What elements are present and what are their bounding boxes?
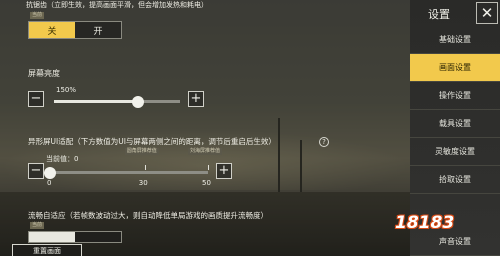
sidebar-item-basic[interactable]: 基础设置 (410, 26, 500, 54)
close-icon[interactable]: ✕ (476, 2, 498, 24)
notch-slider-track[interactable] (50, 171, 208, 174)
brightness-slider-knob[interactable] (132, 96, 144, 108)
antialias-title: 抗锯齿（立即生效，提高画面平滑，但会增加发热和耗电） (26, 1, 208, 9)
notch-current-value: 当前值：0 (46, 155, 79, 163)
antialias-on-option[interactable]: 开 (75, 22, 121, 38)
rounded-screen-marker (144, 165, 146, 170)
smooth-adaptive-title: 流畅自适应（若帧数波动过大，则自动降低单局游戏的画质提升流畅度） (28, 211, 268, 220)
help-icon[interactable]: ? (319, 137, 329, 147)
notch-title: 异形屏UI适配（下方数值为UI与屏幕两侧之间的距离，调节后重启后生效） (28, 137, 276, 146)
smooth-on-option[interactable] (75, 232, 121, 242)
notch-tick-label: 0 (47, 179, 52, 187)
smooth-current-tag: 当前 (30, 222, 45, 229)
sidebar-item-graphics[interactable]: 画面设置 (410, 54, 500, 82)
reset-graphics-button[interactable]: 重置画面 (12, 244, 82, 256)
smooth-adaptive-toggle (28, 231, 122, 243)
brightness-title: 屏幕亮度 (28, 69, 60, 78)
smooth-off-option[interactable] (29, 232, 75, 242)
brightness-slider-track[interactable] (54, 100, 180, 103)
brightness-slider-fill (54, 100, 138, 103)
antialias-current-tag: 当前 (30, 12, 45, 19)
rounded-screen-marker-tag: 圆角屏推荐值 (124, 148, 159, 155)
brightness-decrease-button[interactable]: − (28, 91, 44, 107)
notch-decrease-button[interactable]: − (28, 163, 44, 179)
sidebar-item-sensitivity[interactable]: 灵敏度设置 (410, 138, 500, 166)
antialias-toggle: 关 开 (28, 21, 122, 39)
sidebar-item-pickup[interactable]: 拾取设置 (410, 166, 500, 194)
notch-tick-label: 30 (138, 179, 148, 187)
sidebar-item-controls[interactable]: 操作设置 (410, 82, 500, 110)
antialias-off-option[interactable]: 关 (29, 22, 75, 38)
watermark-logo: 18183 (395, 213, 455, 233)
notch-slider-knob[interactable] (44, 167, 56, 179)
notch-screen-marker-tag: 刘海屏推荐值 (188, 148, 223, 155)
sidebar-header: 设置 ✕ (410, 0, 500, 26)
notch-screen-marker (208, 165, 209, 170)
notch-tick-label: 50 (202, 179, 211, 187)
notch-increase-button[interactable]: + (216, 163, 232, 179)
brightness-increase-button[interactable]: + (188, 91, 204, 107)
brightness-value: 150% (56, 86, 77, 94)
sidebar-item-vehicle[interactable]: 载具设置 (410, 110, 500, 138)
sidebar-title: 设置 (428, 8, 450, 21)
